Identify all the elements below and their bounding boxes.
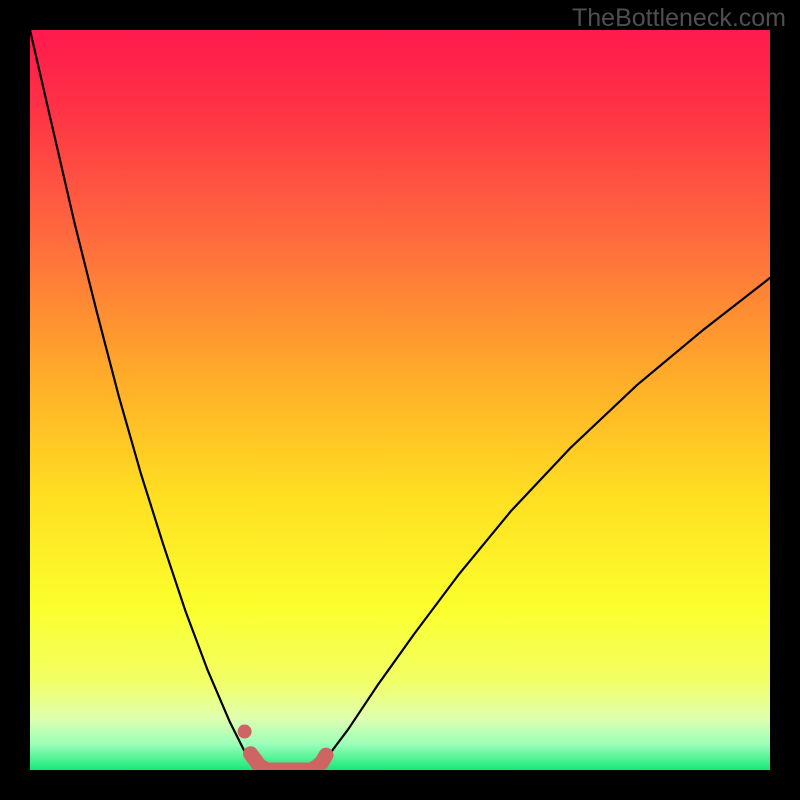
gradient-background	[30, 30, 770, 770]
watermark-text: TheBottleneck.com	[572, 4, 786, 33]
bottleneck-plot	[30, 30, 770, 770]
valley-isolated-dot	[238, 725, 252, 739]
chart-frame: TheBottleneck.com	[0, 0, 800, 800]
